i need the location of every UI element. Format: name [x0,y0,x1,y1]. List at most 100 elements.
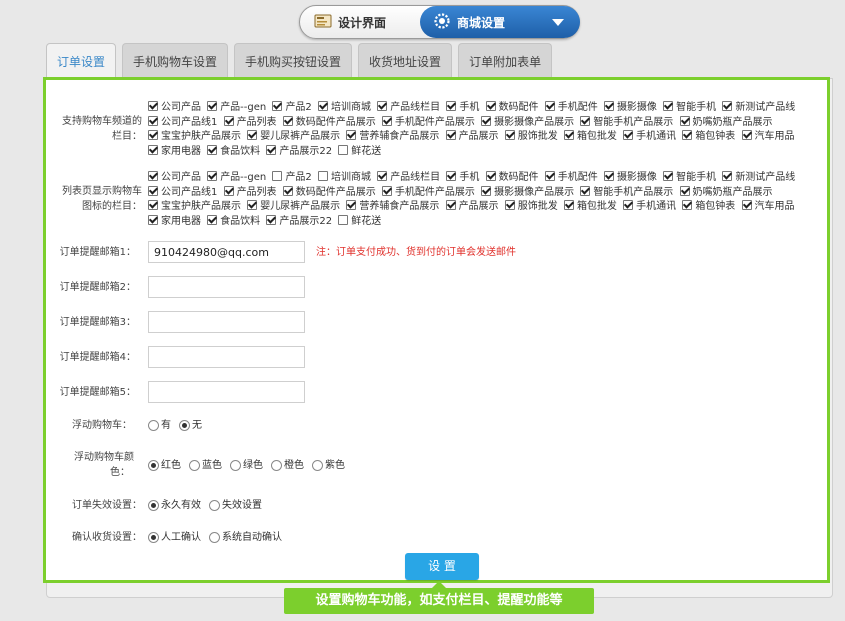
color-orange-radio[interactable]: 橙色 [271,458,304,473]
color-blue-radio[interactable]: 蓝色 [189,458,222,473]
list-icon-channel-checkbox-item[interactable]: 公司产品 [148,171,201,183]
checkbox[interactable] [603,171,614,181]
checkbox[interactable] [682,200,693,210]
list-icon-channel-checkbox-item[interactable]: 产品--gen [207,171,266,183]
checkbox[interactable] [741,130,752,140]
checkbox[interactable] [446,101,457,111]
float-cart-no-radio[interactable]: 无 [179,418,202,433]
checkbox[interactable] [148,185,158,196]
checkbox[interactable] [504,130,515,140]
checkbox[interactable] [223,185,234,196]
radio-button[interactable] [312,460,323,471]
radio-button[interactable] [209,532,220,543]
radio-button[interactable] [148,500,159,511]
checkbox[interactable] [148,171,158,181]
color-purple-radio[interactable]: 紫色 [312,458,345,473]
checkbox[interactable] [544,101,555,111]
checkbox[interactable] [282,185,293,196]
cart-channel-checkbox-item[interactable]: 培训商城 [318,101,371,113]
list-icon-channel-checkbox-item[interactable]: 摄影摄像 [603,171,657,183]
cart-channel-checkbox-item[interactable]: 手机通讯 [623,130,676,142]
list-icon-channel-checkbox-item[interactable]: 培训商城 [318,171,371,183]
checkbox[interactable] [481,185,492,196]
list-icon-channel-checkbox-item[interactable]: 产品展示22 [266,214,332,227]
chevron-down-icon[interactable] [552,19,564,26]
checkbox[interactable] [741,200,752,210]
cart-channel-checkbox-item[interactable]: 汽车用品 [741,130,795,142]
list-icon-channel-checkbox-item[interactable]: 箱包批发 [563,200,617,212]
checkbox[interactable] [377,171,388,181]
checkbox[interactable] [207,101,218,111]
email-field-5[interactable] [148,381,305,403]
mall-settings-button[interactable]: 商城设置 [420,6,580,38]
cart-channel-checkbox-item[interactable]: 摄影摄像产品展示 [481,115,574,128]
email-field-4[interactable] [148,346,305,368]
email-field-2[interactable] [148,276,305,298]
list-icon-channel-checkbox-item[interactable]: 奶嘴奶瓶产品展示 [679,185,773,198]
checkbox[interactable] [148,101,158,111]
checkbox[interactable] [207,171,218,181]
cart-channel-checkbox-item[interactable]: 公司产品 [148,101,201,113]
checkbox[interactable] [266,144,277,155]
radio-button[interactable] [209,500,220,511]
cart-channel-checkbox-item[interactable]: 家用电器 [148,144,201,157]
checkbox[interactable] [682,130,693,140]
email-field-1[interactable] [148,241,305,263]
checkbox[interactable] [247,200,258,210]
design-view-button[interactable]: 设计界面 [314,13,386,32]
cart-channel-checkbox-item[interactable]: 产品展示 [445,130,499,142]
list-icon-channel-checkbox-item[interactable]: 数码配件 [485,171,539,183]
cart-channel-checkbox-item[interactable]: 食品饮料 [207,144,260,157]
float-cart-yes-radio[interactable]: 有 [148,418,171,433]
checkbox[interactable] [381,185,392,196]
save-settings-button[interactable]: 设 置 [405,553,479,580]
checkbox[interactable] [580,115,591,126]
tab-order-settings[interactable]: 订单设置 [46,43,117,79]
checkbox[interactable] [266,214,277,225]
cart-channel-checkbox-item[interactable]: 数码配件产品展示 [282,115,376,128]
list-icon-channel-checkbox-item[interactable]: 智能手机 [663,171,716,183]
list-icon-channel-checkbox-item[interactable]: 公司产品线1 [148,185,217,198]
list-icon-channel-checkbox-item[interactable]: 手机配件产品展示 [381,185,475,198]
checkbox[interactable] [148,130,158,140]
list-icon-channel-checkbox-item[interactable]: 手机 [446,171,479,183]
list-icon-channel-checkbox-item[interactable]: 服饰批发 [504,200,558,212]
cart-channel-checkbox-item[interactable]: 宝宝护肤产品展示 [148,130,241,142]
checkbox[interactable] [485,171,496,181]
checkbox[interactable] [148,214,158,225]
cart-channel-checkbox-item[interactable]: 智能手机产品展示 [580,115,673,128]
checkbox[interactable] [318,171,328,181]
cart-channel-checkbox-item[interactable]: 手机配件 [544,101,598,113]
radio-button[interactable] [148,532,159,543]
list-icon-channel-checkbox-item[interactable]: 婴儿尿裤产品展示 [247,200,340,212]
list-icon-channel-checkbox-item[interactable]: 新测试产品线 [722,171,795,183]
cart-channel-checkbox-item[interactable]: 数码配件 [485,101,539,113]
radio-button[interactable] [179,420,190,431]
checkbox[interactable] [623,200,634,210]
list-icon-channel-checkbox-item[interactable]: 产品线栏目 [377,171,440,183]
cart-channel-checkbox-item[interactable]: 产品列表 [223,115,277,128]
checkbox[interactable] [563,130,574,140]
checkbox[interactable] [318,101,328,111]
checkbox[interactable] [272,101,283,111]
checkbox[interactable] [580,185,591,196]
expire-custom-radio[interactable]: 失效设置 [209,498,262,513]
list-icon-channel-checkbox-item[interactable]: 营养辅食产品展示 [346,200,439,212]
checkbox[interactable] [623,130,634,140]
expire-permanent-radio[interactable]: 永久有效 [148,498,201,513]
tab-shipping-address-settings[interactable]: 收货地址设置 [358,43,453,79]
confirm-manual-radio[interactable]: 人工确认 [148,530,201,545]
list-icon-channel-checkbox-item[interactable]: 产品2 [272,171,312,183]
tab-mobile-cart-settings[interactable]: 手机购物车设置 [122,43,229,79]
checkbox[interactable] [148,144,158,155]
checkbox[interactable] [223,115,234,126]
cart-channel-checkbox-item[interactable]: 手机配件产品展示 [381,115,475,128]
checkbox[interactable] [722,171,733,181]
checkbox[interactable] [247,130,258,140]
checkbox[interactable] [272,171,283,181]
checkbox[interactable] [338,144,349,155]
list-icon-channel-checkbox-item[interactable]: 鲜花送 [338,214,381,227]
checkbox[interactable] [563,200,574,210]
color-green-radio[interactable]: 绿色 [230,458,263,473]
checkbox[interactable] [377,101,388,111]
